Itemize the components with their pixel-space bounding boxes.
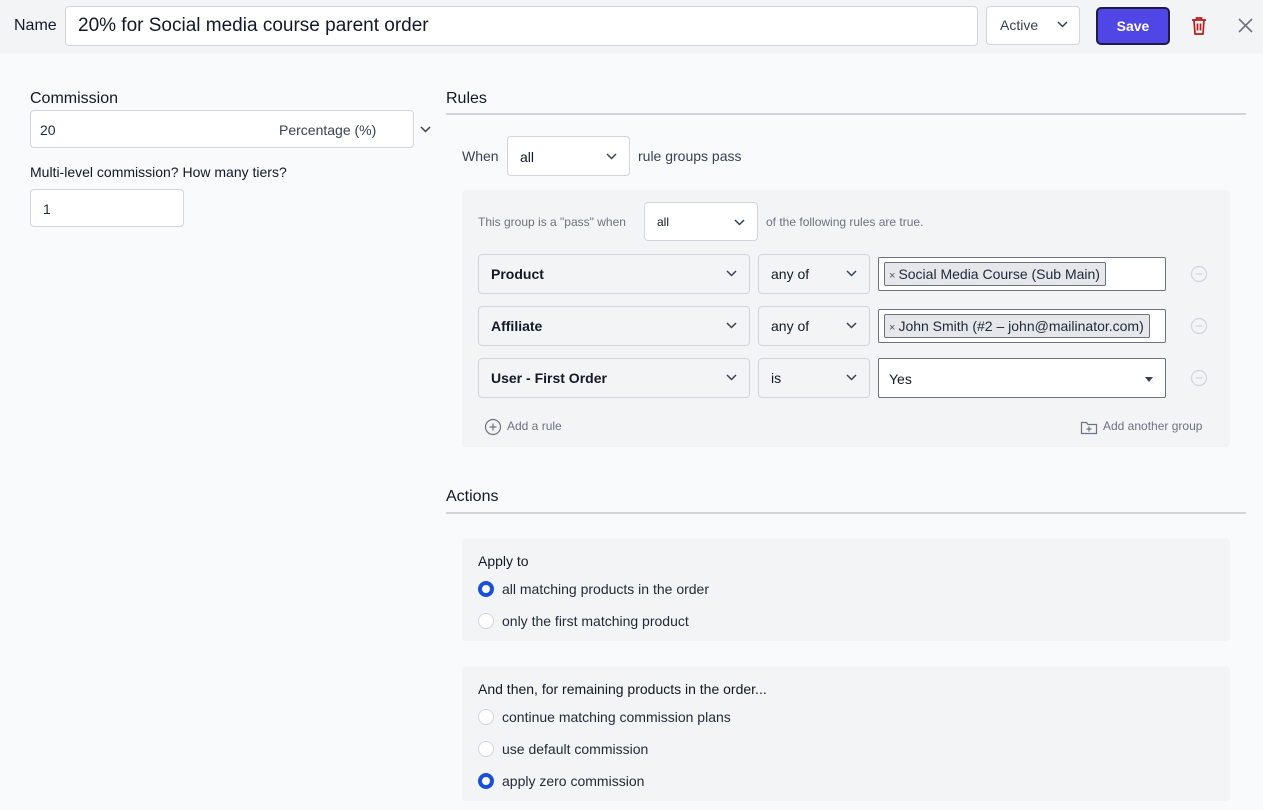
folder-plus-icon	[1080, 421, 1098, 435]
rule-operator-value: any of	[771, 318, 810, 334]
rules-title: Rules	[446, 90, 487, 107]
remaining-title: And then, for remaining products in the …	[478, 681, 767, 697]
group-match-select[interactable]: all	[644, 202, 758, 241]
when-select[interactable]: all	[507, 136, 630, 176]
remove-rule-icon[interactable]	[1190, 265, 1208, 283]
chevron-down-icon	[606, 153, 617, 160]
radio-icon[interactable]	[478, 613, 494, 629]
status-value: Active	[1000, 17, 1039, 33]
when-value: all	[520, 149, 535, 165]
editor-header: Name 20% for Social media course parent …	[0, 0, 1263, 54]
add-group-link[interactable]: Add another group	[1080, 418, 1202, 439]
save-button[interactable]: Save	[1096, 7, 1170, 45]
radio-icon[interactable]	[478, 741, 494, 757]
group-suffix: of the following rules are true.	[766, 215, 924, 229]
zero-commission-label: apply zero commission	[502, 773, 645, 789]
rule-field-value: User - First Order	[491, 370, 607, 386]
chevron-down-icon	[726, 322, 737, 329]
rule-value-input[interactable]: × Social Media Course (Sub Main)	[878, 257, 1166, 291]
value-tag-label: Social Media Course (Sub Main)	[898, 266, 1100, 282]
rule-field-select[interactable]: User - First Order	[478, 358, 750, 398]
pass-label: rule groups pass	[638, 148, 742, 164]
remove-tag-icon[interactable]: ×	[889, 322, 895, 334]
commission-label: Commission	[30, 90, 119, 107]
remaining-panel: And then, for remaining products in the …	[462, 666, 1230, 801]
close-icon[interactable]	[1238, 18, 1253, 33]
name-input[interactable]: 20% for Social media course parent order	[65, 6, 978, 46]
rule-field-value: Affiliate	[491, 318, 543, 334]
name-label: Name	[14, 17, 57, 34]
commission-value: 20	[40, 122, 56, 138]
rule-value-select[interactable]: Yes	[878, 358, 1166, 398]
trash-icon[interactable]	[1190, 16, 1208, 35]
value-tag: × John Smith (#2 – john@mailinator.com)	[884, 314, 1150, 338]
rule-value-text: Yes	[889, 371, 912, 387]
status-select[interactable]: Active	[986, 6, 1080, 45]
rule-value-input[interactable]: × John Smith (#2 – john@mailinator.com)	[878, 309, 1166, 343]
continue-matching-label: continue matching commission plans	[502, 709, 731, 725]
value-tag-label: John Smith (#2 – john@mailinator.com)	[898, 318, 1144, 334]
tiers-label: Multi-level commission? How many tiers?	[30, 164, 287, 180]
apply-all-label: all matching products in the order	[502, 581, 709, 597]
tiers-input[interactable]: 1	[30, 189, 184, 227]
commission-unit-select[interactable]: Percentage (%)	[279, 122, 376, 138]
default-commission-label: use default commission	[502, 741, 649, 757]
chevron-down-icon	[846, 374, 857, 381]
radio-selected-icon[interactable]	[478, 581, 494, 597]
actions-divider	[446, 512, 1246, 514]
value-tag: × Social Media Course (Sub Main)	[884, 262, 1106, 286]
when-label: When	[462, 148, 499, 164]
add-rule-label: Add a rule	[507, 419, 562, 433]
group-prefix: This group is a "pass" when	[478, 215, 626, 229]
remove-rule-icon[interactable]	[1190, 317, 1208, 335]
rules-divider	[446, 113, 1246, 115]
add-rule-link[interactable]: Add a rule	[484, 418, 562, 439]
group-match-value: all	[657, 215, 670, 229]
tiers-value: 1	[43, 201, 51, 217]
apply-to-panel: Apply to all matching products in the or…	[462, 538, 1230, 641]
apply-to-title: Apply to	[478, 553, 529, 569]
chevron-down-icon	[1057, 21, 1068, 28]
rule-operator-select[interactable]: any of	[758, 306, 870, 346]
chevron-down-icon	[726, 374, 737, 381]
actions-title: Actions	[446, 488, 499, 505]
chevron-down-icon	[846, 322, 857, 329]
rule-field-select[interactable]: Affiliate	[478, 306, 750, 346]
caret-down-icon	[1145, 377, 1153, 382]
rule-operator-value: is	[771, 370, 782, 386]
radio-selected-icon[interactable]	[478, 773, 494, 789]
commission-input[interactable]: 20 Percentage (%)	[30, 110, 431, 148]
chevron-down-icon	[846, 270, 857, 277]
rule-operator-value: any of	[771, 266, 810, 282]
add-group-label: Add another group	[1103, 419, 1203, 433]
rule-field-select[interactable]: Product	[478, 254, 750, 294]
remove-rule-icon[interactable]	[1190, 369, 1208, 387]
rule-operator-select[interactable]: is	[758, 358, 870, 398]
rule-field-value: Product	[491, 266, 544, 282]
chevron-down-icon	[420, 126, 431, 133]
rule-operator-select[interactable]: any of	[758, 254, 870, 294]
radio-icon[interactable]	[478, 709, 494, 725]
plus-circle-icon	[484, 418, 502, 436]
chevron-down-icon	[734, 219, 745, 226]
apply-first-label: only the first matching product	[502, 613, 689, 629]
chevron-down-icon	[726, 270, 737, 277]
remove-tag-icon[interactable]: ×	[889, 270, 895, 282]
